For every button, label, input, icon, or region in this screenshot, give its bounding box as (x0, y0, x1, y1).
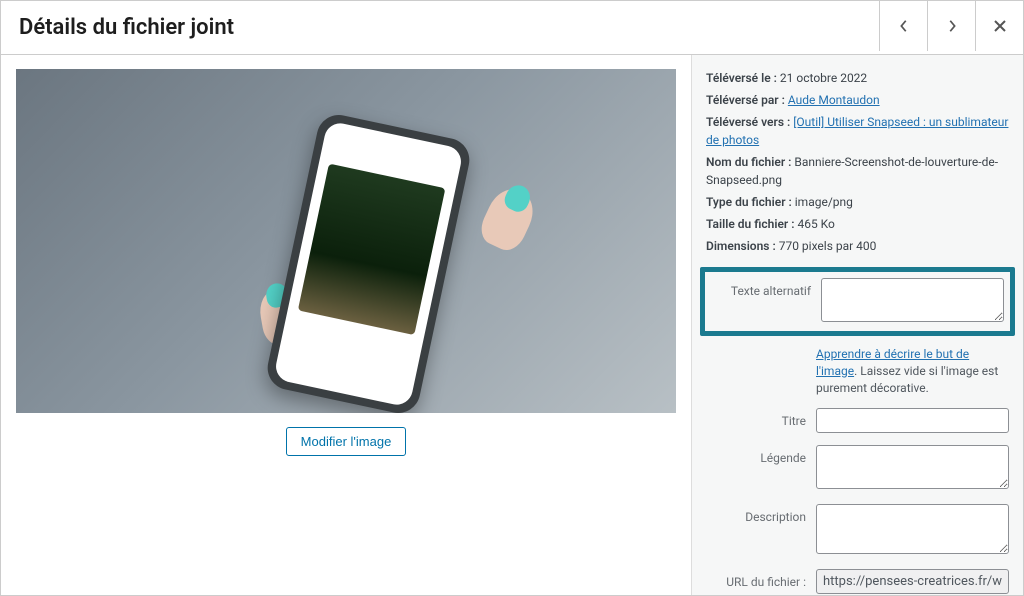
meta-filesize: Taille du fichier : 465 Ko (706, 215, 1009, 233)
meta-uploaded-to: Téléversé vers : [Outil] Utiliser Snapse… (706, 113, 1009, 149)
title-label: Titre (706, 408, 816, 428)
description-input[interactable] (816, 504, 1009, 554)
meta-label: Taille du fichier : (706, 217, 794, 231)
uploaded-by-link[interactable]: Aude Montaudon (788, 93, 880, 107)
meta-uploaded-by: Téléversé par : Aude Montaudon (706, 91, 1009, 109)
alt-text-input[interactable] (821, 278, 1004, 322)
alt-text-label: Texte alternatif (711, 278, 821, 298)
modal-body: Modifier l'image Téléversé le : 21 octob… (1, 55, 1023, 595)
caption-label: Légende (706, 445, 816, 465)
meta-uploaded-on: Téléversé le : 21 octobre 2022 (706, 69, 1009, 87)
title-input[interactable] (816, 408, 1009, 433)
meta-value: 465 Ko (797, 217, 834, 231)
meta-filetype: Type du fichier : image/png (706, 193, 1009, 211)
meta-label: Téléversé le : (706, 71, 777, 85)
meta-label: Dimensions : (706, 239, 776, 253)
modal-header: Détails du fichier joint (1, 1, 1023, 55)
description-label: Description (706, 504, 816, 524)
preview-pane: Modifier l'image (1, 55, 691, 595)
next-button[interactable] (927, 1, 975, 51)
meta-value: 770 pixels par 400 (779, 239, 877, 253)
meta-label: Téléversé par : (706, 93, 785, 107)
meta-label: Téléversé vers : (706, 115, 790, 129)
attachment-image-preview (16, 69, 676, 413)
alt-text-highlight: Texte alternatif (700, 267, 1015, 336)
chevron-left-icon (897, 19, 911, 33)
attachment-details-modal: Détails du fichier joint Modifier l'imag… (0, 0, 1024, 596)
file-url-input[interactable] (816, 569, 1009, 594)
modal-title: Détails du fichier joint (1, 1, 252, 54)
meta-value: 21 octobre 2022 (780, 71, 867, 85)
form-area: Texte alternatif Apprendre à décrire le … (706, 267, 1009, 594)
alt-text-help: Apprendre à décrire le but de l'image. L… (816, 346, 1009, 396)
caption-input[interactable] (816, 445, 1009, 489)
header-nav-buttons (879, 1, 1023, 54)
meta-filename: Nom du fichier : Banniere-Screenshot-de-… (706, 153, 1009, 189)
meta-dimensions: Dimensions : 770 pixels par 400 (706, 237, 1009, 255)
close-icon (993, 19, 1007, 33)
file-url-label: URL du fichier : (706, 569, 816, 589)
meta-value: image/png (795, 195, 853, 209)
meta-label: Type du fichier : (706, 195, 792, 209)
details-pane: Téléversé le : 21 octobre 2022 Téléversé… (691, 55, 1023, 595)
chevron-right-icon (945, 19, 959, 33)
close-button[interactable] (975, 1, 1023, 51)
prev-button[interactable] (879, 1, 927, 51)
edit-image-button[interactable]: Modifier l'image (286, 427, 407, 456)
meta-label: Nom du fichier : (706, 155, 791, 169)
